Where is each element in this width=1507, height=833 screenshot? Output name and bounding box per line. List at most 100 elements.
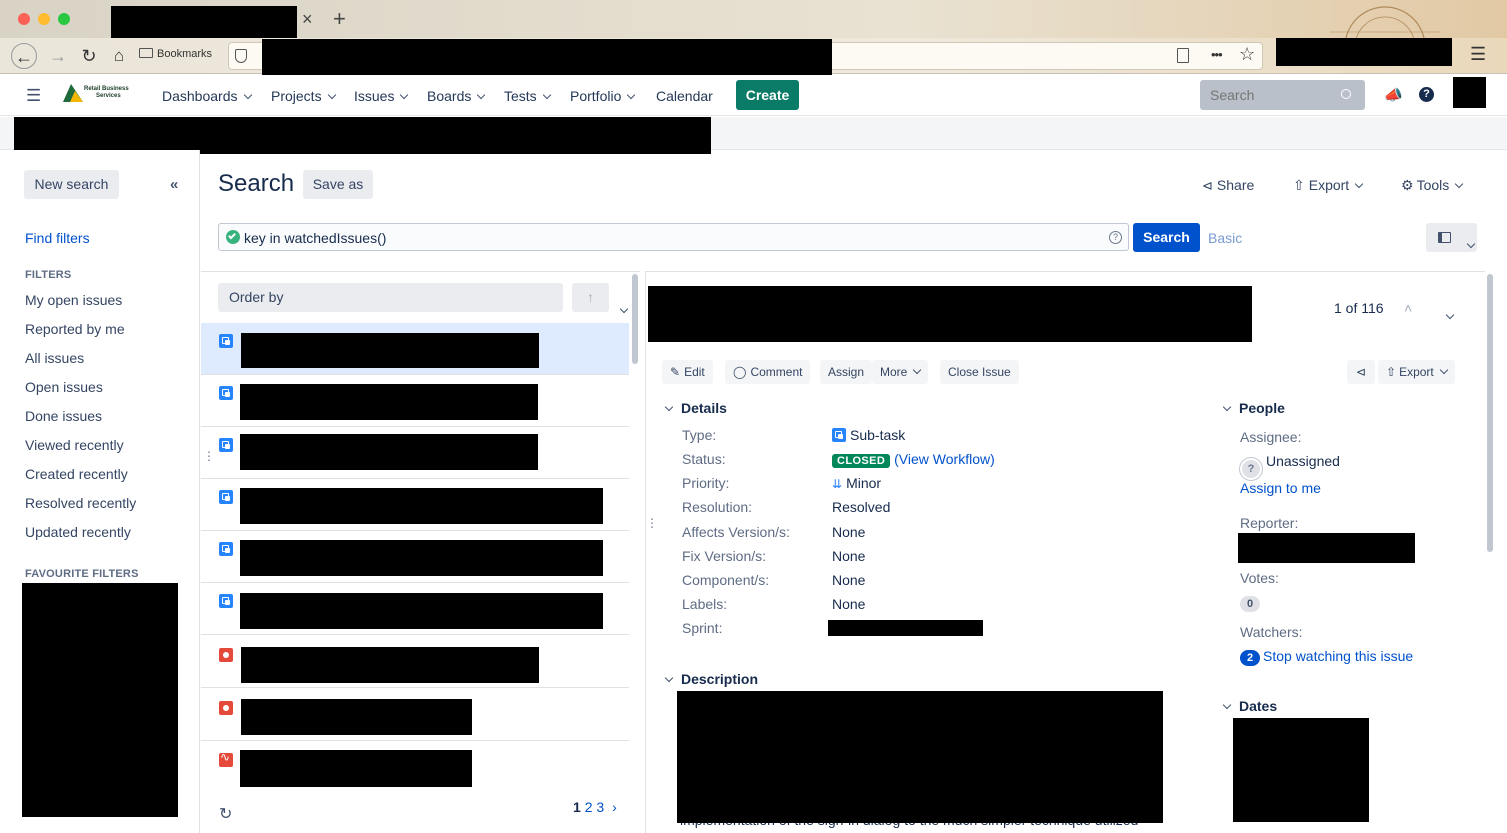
toolbar-extension[interactable] <box>1276 38 1452 66</box>
bookmark-star-icon[interactable]: ☆ <box>1239 44 1255 65</box>
tools-button[interactable]: ⚙ Tools <box>1401 177 1464 194</box>
watchers-badge[interactable]: 2 <box>1240 650 1260 666</box>
list-item[interactable] <box>201 427 629 479</box>
priority-label: Priority: <box>682 475 730 491</box>
type-value: Sub-task <box>832 427 905 443</box>
details-section-toggle[interactable]: Details <box>664 400 727 416</box>
new-tab-icon[interactable]: + <box>333 6 346 32</box>
filter-done-issues[interactable]: Done issues <box>25 408 102 424</box>
nav-portfolio[interactable]: Portfolio <box>570 88 636 104</box>
order-by-select[interactable]: Order by <box>218 283 629 314</box>
sprint-value[interactable] <box>828 620 983 636</box>
watchers-label: Watchers: <box>1240 624 1303 640</box>
page-actions-icon[interactable]: ••• <box>1211 47 1223 62</box>
comment-icon: ◯ <box>733 365 747 379</box>
jql-search-input[interactable]: key in watchedIssues() ? <box>218 223 1129 251</box>
nav-dashboards[interactable]: Dashboards <box>162 88 252 104</box>
close-tab-icon[interactable]: × <box>302 9 313 30</box>
home-icon[interactable]: ⌂ <box>106 43 132 69</box>
basic-mode-link[interactable]: Basic <box>1208 230 1242 246</box>
filter-all-issues[interactable]: All issues <box>25 350 84 366</box>
new-search-button[interactable]: New search <box>24 170 119 199</box>
more-button[interactable]: More <box>872 360 929 384</box>
collapse-sidebar-icon[interactable]: « <box>170 176 178 193</box>
search-button[interactable]: Search <box>1133 223 1200 252</box>
nav-boards[interactable]: Boards <box>427 88 486 104</box>
reporter-value[interactable] <box>1238 533 1415 563</box>
syntax-help-icon[interactable]: ? <box>1109 231 1122 244</box>
stop-watching-link[interactable]: Stop watching this issue <box>1263 648 1413 664</box>
people-section-toggle[interactable]: People <box>1222 400 1285 416</box>
page-3-link[interactable]: 3 <box>596 799 604 815</box>
edit-button[interactable]: ✎ Edit <box>662 360 713 384</box>
list-item[interactable] <box>201 479 629 531</box>
export-button[interactable]: ⇧ Export <box>1293 177 1364 194</box>
share-issue-button[interactable]: ⊲ <box>1347 360 1375 384</box>
notifications-icon[interactable]: 📣 <box>1384 86 1403 104</box>
chevron-down-icon <box>1439 365 1448 375</box>
nav-projects[interactable]: Projects <box>271 88 336 104</box>
save-as-button[interactable]: Save as <box>303 170 373 199</box>
filter-resolved-recently[interactable]: Resolved recently <box>25 495 136 511</box>
export-issue-button[interactable]: ⇧ Export <box>1378 360 1455 384</box>
browser-menu-icon[interactable]: ☰ <box>1470 44 1486 65</box>
reader-view-icon[interactable] <box>1177 48 1189 63</box>
page-1-link[interactable]: 1 <box>573 799 581 815</box>
nav-calendar[interactable]: Calendar <box>656 88 713 104</box>
close-window-icon[interactable] <box>18 13 30 25</box>
filter-open-issues[interactable]: Open issues <box>25 379 103 395</box>
logo[interactable]: Retail Business Services <box>61 82 141 106</box>
filter-updated-recently[interactable]: Updated recently <box>25 524 131 540</box>
list-scrollbar[interactable] <box>632 274 638 364</box>
create-button[interactable]: Create <box>736 80 799 110</box>
list-item[interactable] <box>201 531 629 583</box>
filter-reported-by-me[interactable]: Reported by me <box>25 321 125 337</box>
zoom-window-icon[interactable] <box>58 13 70 25</box>
avatar[interactable] <box>1453 77 1486 108</box>
help-icon[interactable]: ? <box>1419 87 1434 102</box>
share-button[interactable]: ⊲ Share <box>1202 177 1254 194</box>
minimize-window-icon[interactable] <box>38 13 50 25</box>
resize-handle[interactable]: ⋮ <box>203 449 215 463</box>
export-label: Export <box>1308 177 1350 193</box>
back-icon[interactable]: ← <box>11 43 37 69</box>
assign-button[interactable]: Assign <box>820 360 873 384</box>
shield-icon[interactable] <box>235 49 247 63</box>
votes-count[interactable]: 0 <box>1240 594 1260 612</box>
list-item[interactable] <box>201 323 629 375</box>
list-item[interactable] <box>201 636 629 688</box>
subtask-icon <box>219 386 233 400</box>
share-icon: ⊲ <box>1355 365 1367 379</box>
filter-created-recently[interactable]: Created recently <box>25 466 128 482</box>
favourite-filters-list[interactable] <box>22 583 178 817</box>
comment-button[interactable]: ◯ Comment <box>725 360 811 384</box>
reload-icon[interactable]: ↻ <box>76 43 102 69</box>
sort-direction-button[interactable]: ↑ <box>572 283 609 312</box>
search-icon <box>1341 89 1351 99</box>
description-section-toggle[interactable]: Description <box>664 671 758 687</box>
nav-issues[interactable]: Issues <box>354 88 409 104</box>
previous-issue-icon[interactable]: ˄ <box>1404 300 1412 316</box>
list-item[interactable] <box>201 741 629 793</box>
find-filters-link[interactable]: Find filters <box>25 230 90 246</box>
bookmarks-button[interactable]: Bookmarks <box>139 48 212 60</box>
detail-scrollbar[interactable] <box>1487 274 1493 552</box>
nav-tests[interactable]: Tests <box>504 88 551 104</box>
list-item[interactable] <box>201 689 629 741</box>
refresh-icon[interactable]: ↻ <box>219 804 232 824</box>
view-workflow-link[interactable]: (View Workflow) <box>894 451 995 467</box>
app-switcher-icon[interactable]: ☰ <box>26 86 41 106</box>
layout-switcher-button[interactable] <box>1426 223 1477 252</box>
filter-my-open-issues[interactable]: My open issues <box>25 292 122 308</box>
list-item[interactable] <box>201 375 629 427</box>
list-item[interactable] <box>201 583 629 635</box>
close-issue-button[interactable]: Close Issue <box>940 360 1019 384</box>
active-tab[interactable] <box>111 6 297 38</box>
forward-icon[interactable]: → <box>45 43 71 69</box>
filter-viewed-recently[interactable]: Viewed recently <box>25 437 124 453</box>
assign-to-me-link[interactable]: Assign to me <box>1240 480 1321 496</box>
next-page-icon[interactable]: › <box>612 799 617 815</box>
favourite-filters-heading: FAVOURITE FILTERS <box>25 568 139 580</box>
page-2-link[interactable]: 2 <box>585 799 593 815</box>
dates-section-toggle[interactable]: Dates <box>1222 698 1277 714</box>
